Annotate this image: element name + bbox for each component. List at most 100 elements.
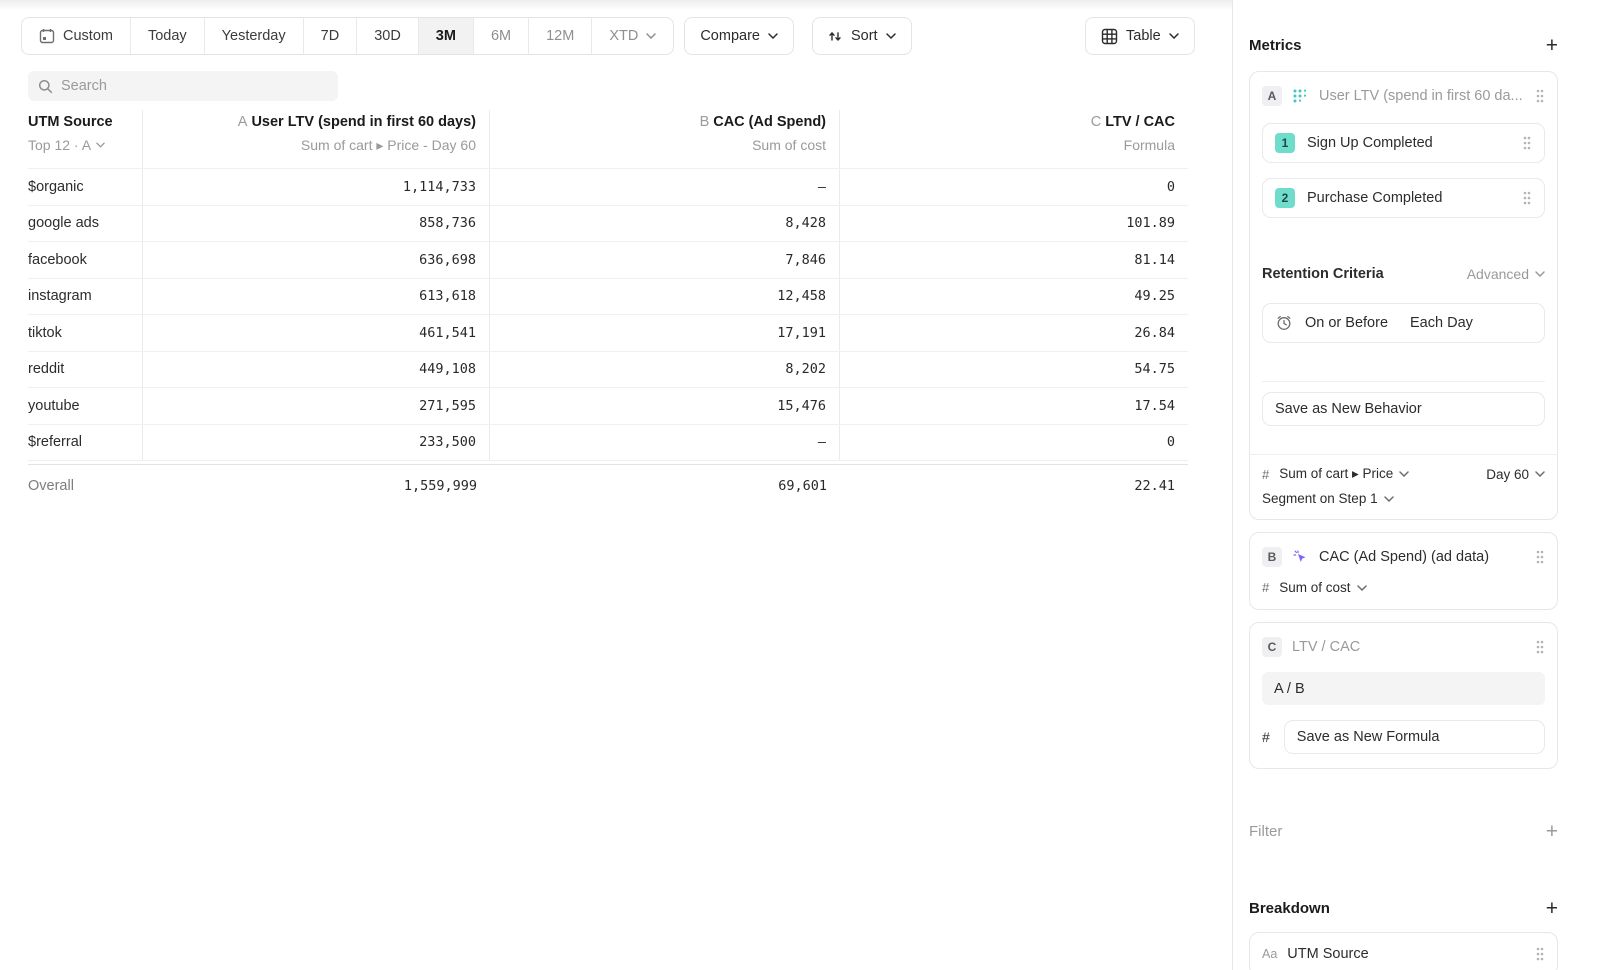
add-filter-button[interactable]: + — [1546, 821, 1558, 842]
metric-b-aggregation: # Sum of cost — [1262, 580, 1545, 595]
number-type-icon: # — [1262, 729, 1270, 745]
table-row[interactable]: youtube 271,595 15,476 17.54 — [28, 388, 1188, 425]
metric-b-title: CAC (Ad Spend) (ad data) — [1319, 549, 1525, 565]
table-row[interactable]: facebook 636,698 7,846 81.14 — [28, 242, 1188, 279]
number-type-icon: # — [1262, 580, 1269, 595]
drag-handle-icon[interactable] — [1535, 88, 1545, 104]
add-metric-button[interactable]: + — [1546, 35, 1558, 56]
analytics-app: Custom Today Yesterday 7D 30D 3M 6M 12M … — [0, 0, 1600, 970]
range-label: Custom — [63, 28, 113, 44]
compare-button[interactable]: Compare — [684, 17, 794, 55]
table-row[interactable]: $referral 233,500 – 0 — [28, 425, 1188, 462]
column-header-a[interactable]: AUser LTV (spend in first 60 days) Sum o… — [143, 110, 490, 168]
range-12m[interactable]: 12M — [529, 18, 592, 54]
drag-handle-icon[interactable] — [1535, 549, 1545, 565]
column-header-utm-source[interactable]: UTM Source Top 12 · A — [28, 110, 143, 168]
drag-handle-icon[interactable] — [1522, 135, 1532, 151]
table-row[interactable]: instagram 613,618 12,458 49.25 — [28, 279, 1188, 316]
chevron-down-icon — [1535, 471, 1545, 477]
metric-a-title: User LTV (spend in first 60 da... — [1319, 88, 1525, 104]
filter-title: Filter — [1249, 823, 1282, 840]
chevron-down-icon — [1399, 471, 1409, 477]
sort-button[interactable]: Sort — [812, 17, 912, 55]
add-breakdown-button[interactable]: + — [1546, 898, 1558, 919]
filter-section-header: Filter + — [1249, 821, 1558, 842]
date-range-picker: Custom Today Yesterday 7D 30D 3M 6M 12M … — [21, 17, 674, 55]
metrics-title: Metrics — [1249, 37, 1302, 54]
main-content: Custom Today Yesterday 7D 30D 3M 6M 12M … — [0, 0, 1232, 970]
view-type-button[interactable]: Table — [1085, 17, 1195, 55]
chevron-down-icon — [1535, 271, 1545, 277]
drag-handle-icon[interactable] — [1535, 639, 1545, 655]
breakdown-item-utm-source[interactable]: Aa UTM Source — [1249, 932, 1558, 970]
aggregation-selector[interactable]: Sum of cost — [1279, 580, 1350, 595]
drag-handle-icon[interactable] — [1522, 190, 1532, 206]
magic-cursor-icon — [1292, 549, 1309, 566]
event-step-1[interactable]: 1 Sign Up Completed — [1262, 123, 1545, 163]
divider — [1262, 381, 1545, 382]
table-row[interactable]: google ads 858,736 8,428 101.89 — [28, 206, 1188, 243]
chevron-down-icon — [1169, 33, 1179, 39]
table-row[interactable]: reddit 449,108 8,202 54.75 — [28, 352, 1188, 389]
table-row[interactable]: tiktok 461,541 17,191 26.84 — [28, 315, 1188, 352]
segment-on-step-selector[interactable]: Segment on Step 1 — [1262, 491, 1378, 506]
sort-arrows-icon — [828, 29, 843, 44]
metric-b-header[interactable]: B CAC (Ad Spend) (ad data) — [1262, 545, 1545, 569]
range-yesterday[interactable]: Yesterday — [205, 18, 304, 54]
chevron-down-icon — [1357, 585, 1367, 591]
step-number-badge: 2 — [1275, 188, 1295, 208]
aggregation-selector[interactable]: Sum of cart ▸ Price — [1279, 466, 1393, 482]
table-row[interactable]: $organic 1,114,733 – 0 — [28, 169, 1188, 206]
breakdown-title: Breakdown — [1249, 900, 1330, 917]
save-as-new-behavior-button[interactable]: Save as New Behavior — [1262, 392, 1545, 426]
formula-input[interactable]: A / B — [1262, 672, 1545, 705]
retention-metric-icon — [1292, 88, 1309, 105]
query-builder-sidebar: Metrics + A User LTV (spend in first 60 … — [1232, 0, 1600, 970]
day-window-selector[interactable]: Day 60 — [1486, 467, 1529, 482]
metric-c-card: C LTV / CAC A / B # Save as New Formula — [1249, 622, 1558, 769]
event-step-2[interactable]: 2 Purchase Completed — [1262, 178, 1545, 218]
range-6m[interactable]: 6M — [474, 18, 529, 54]
string-property-icon: Aa — [1262, 947, 1277, 961]
metric-a-card: A User LTV (spend in first 60 da... — [1249, 71, 1558, 520]
range-7d[interactable]: 7D — [304, 18, 358, 54]
search-input[interactable] — [61, 78, 328, 94]
chevron-down-icon — [886, 33, 896, 39]
metric-a-header[interactable]: A User LTV (spend in first 60 da... — [1262, 84, 1545, 108]
metric-letter-badge: A — [1262, 86, 1282, 106]
metric-b-card: B CAC (Ad Spend) (ad data) — [1249, 532, 1558, 610]
table-header-row: UTM Source Top 12 · A AUser LTV (spend i… — [28, 110, 1188, 169]
calendar-icon — [39, 28, 55, 44]
step-number-badge: 1 — [1275, 133, 1295, 153]
chevron-down-icon — [1384, 496, 1394, 502]
metrics-section-header: Metrics + — [1249, 35, 1558, 56]
retention-criteria-box[interactable]: On or Before Each Day — [1262, 303, 1545, 343]
range-3m-selected[interactable]: 3M — [419, 18, 474, 54]
alarm-clock-icon — [1275, 314, 1293, 332]
search-icon — [38, 79, 53, 94]
number-type-icon: # — [1262, 467, 1269, 482]
metric-a-aggregation: # Sum of cart ▸ Price Day 60 Segment on … — [1250, 454, 1557, 519]
range-custom[interactable]: Custom — [22, 18, 131, 54]
range-today[interactable]: Today — [131, 18, 205, 54]
table-grid-icon — [1101, 28, 1118, 45]
advanced-toggle[interactable]: Advanced — [1467, 266, 1545, 282]
search-box — [28, 71, 338, 101]
drag-handle-icon[interactable] — [1535, 946, 1545, 962]
metric-letter-badge: B — [1262, 547, 1282, 567]
column-header-c[interactable]: CLTV / CAC Formula — [840, 110, 1188, 168]
metric-c-header[interactable]: C LTV / CAC — [1262, 635, 1545, 659]
toolbar: Custom Today Yesterday 7D 30D 3M 6M 12M … — [21, 17, 1232, 55]
criteria-condition[interactable]: On or Before — [1305, 315, 1388, 331]
chevron-down-icon — [646, 33, 656, 39]
column-header-b[interactable]: BCAC (Ad Spend) Sum of cost — [490, 110, 840, 168]
top-n-selector[interactable]: Top 12 · A — [28, 137, 91, 153]
chevron-down-icon — [768, 33, 778, 39]
criteria-window[interactable]: Each Day — [1410, 315, 1473, 331]
retention-criteria-header: Retention Criteria Advanced — [1262, 266, 1545, 282]
table-overall-row: Overall 1,559,999 69,601 22.41 — [28, 464, 1188, 506]
save-as-new-formula-button[interactable]: Save as New Formula — [1284, 720, 1545, 754]
range-xtd[interactable]: XTD — [592, 18, 673, 54]
range-30d[interactable]: 30D — [357, 18, 419, 54]
metric-c-title: LTV / CAC — [1292, 639, 1525, 655]
